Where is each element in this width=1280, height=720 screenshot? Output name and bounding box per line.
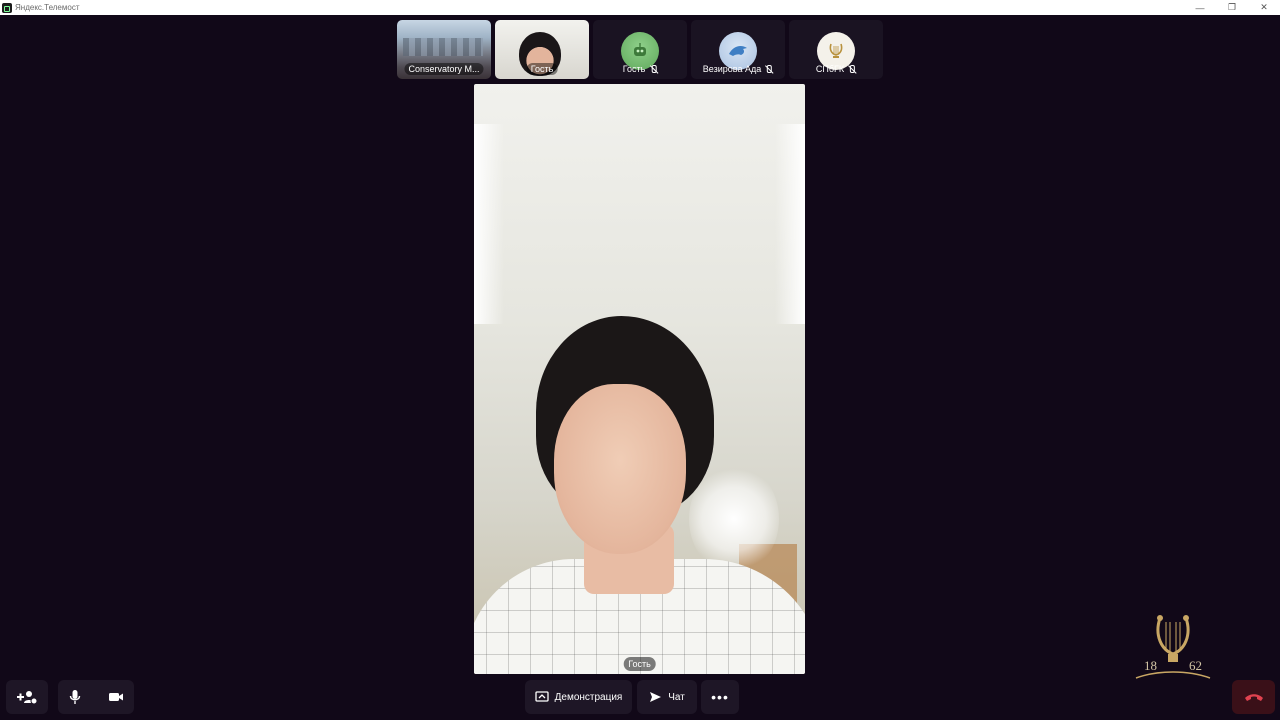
mic-muted-icon [648, 64, 657, 74]
participants-strip: Conservatory M... Гость Гость Везирова А… [397, 20, 883, 79]
hang-up-icon [1244, 694, 1263, 701]
participant-name-label: СПбГК [812, 63, 860, 75]
camera-button[interactable] [108, 691, 124, 703]
participant-name-label: Гость [526, 63, 558, 75]
microphone-button[interactable] [69, 689, 81, 705]
close-icon[interactable]: ✕ [1248, 0, 1280, 15]
logo-year: 18 62 [1132, 658, 1214, 674]
screen-share-icon [534, 691, 549, 702]
add-participant-button[interactable] [6, 680, 48, 714]
microphone-icon [69, 690, 80, 704]
logo-year-left: 18 [1144, 658, 1157, 673]
participant-name-label: Везирова Ада [699, 63, 777, 75]
logo-year-right: 62 [1189, 658, 1202, 673]
app-icon [2, 2, 12, 13]
video-scene-lamp [689, 464, 779, 574]
participant-tile[interactable]: Гость [495, 20, 589, 79]
video-scene-light [775, 124, 805, 324]
conservatory-logo-watermark: 18 62 [1132, 608, 1214, 682]
chat-button[interactable]: Чат [637, 680, 697, 714]
participant-name-label: Гость [619, 63, 662, 75]
add-participant-icon [17, 691, 38, 705]
camera-icon [108, 693, 123, 701]
participant-name: Везирова Ада [702, 64, 762, 74]
participant-tile[interactable]: Везирова Ада [691, 20, 785, 79]
participant-name: Conservatory M... [408, 64, 480, 74]
chat-label: Чат [668, 691, 685, 703]
video-person-face [554, 384, 686, 554]
main-video-feed[interactable]: Гость [474, 84, 805, 674]
window-titlebar: Яндекс.Телемост — ❐ ✕ [0, 0, 1280, 15]
participant-name: Гость [622, 64, 646, 74]
participant-tile[interactable]: СПбГК [789, 20, 883, 79]
screen-share-button[interactable]: Демонстрация [525, 680, 632, 714]
main-video-name-label: Гость [623, 657, 656, 671]
more-dots-icon: ••• [711, 689, 729, 705]
participant-tile[interactable]: Conservatory M... [397, 20, 491, 79]
participant-name: СПбГК [815, 64, 845, 74]
media-controls-group [58, 680, 134, 714]
mic-muted-icon [764, 64, 773, 74]
screen-share-label: Демонстрация [554, 691, 623, 703]
chat-send-icon [650, 692, 662, 702]
more-button[interactable]: ••• [701, 680, 739, 714]
participant-name-label: Conservatory M... [404, 63, 484, 75]
window-title: Яндекс.Телемост [15, 3, 80, 12]
end-call-button[interactable] [1232, 680, 1275, 714]
minimize-icon[interactable]: — [1184, 0, 1216, 15]
participant-tile[interactable]: Гость [593, 20, 687, 79]
window-controls: — ❐ ✕ [1184, 0, 1280, 15]
participant-name: Гость [530, 64, 554, 74]
mic-muted-icon [847, 64, 856, 74]
video-scene-light [474, 124, 504, 324]
restore-icon[interactable]: ❐ [1216, 0, 1248, 15]
